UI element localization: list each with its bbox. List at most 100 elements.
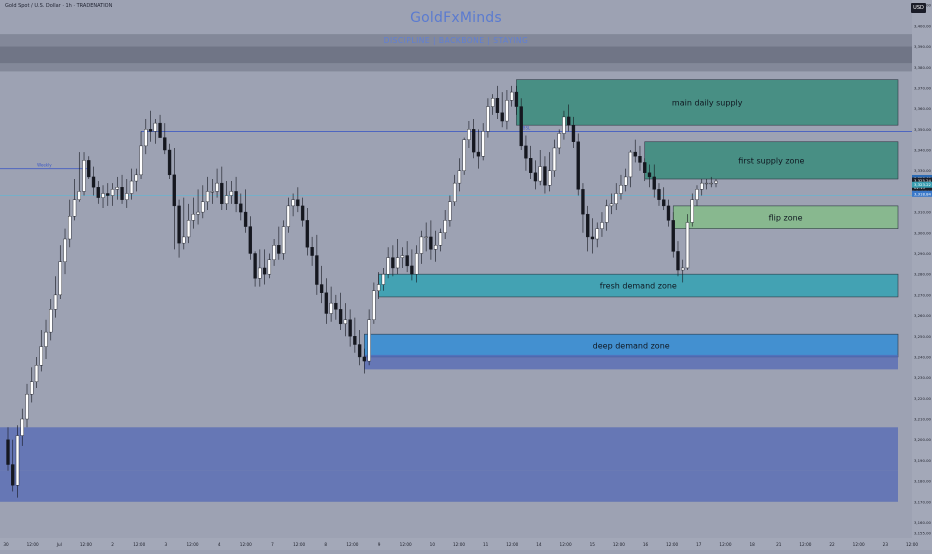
candle-body	[505, 100, 509, 122]
price-axis-tick: 3,390.00	[914, 44, 931, 49]
candle-body	[476, 151, 481, 157]
candle-body	[628, 151, 633, 178]
candle-body	[633, 151, 637, 157]
time-axis-tick: 10	[430, 542, 436, 547]
price-axis-tick: 3,330.00	[914, 168, 931, 173]
price-label: 3,323.22	[914, 182, 931, 187]
price-axis-tick: 3,400.00	[914, 23, 931, 28]
candle-body	[201, 201, 205, 213]
candle-body	[372, 290, 376, 320]
candle-body	[125, 193, 129, 200]
price-axis-tick: 3,340.00	[914, 148, 931, 153]
candle-body	[538, 166, 542, 182]
zone-liquidity_band-5	[364, 354, 898, 370]
chart-area[interactable]: main daily supply first supply zone flip z…	[0, 0, 932, 550]
candle-body	[334, 302, 338, 310]
candle-body	[229, 191, 234, 196]
candle-body	[144, 129, 148, 147]
candle-body	[619, 184, 623, 194]
zone-label: deep demand zone	[593, 342, 670, 351]
candle-body	[695, 189, 699, 200]
candle-body	[300, 205, 305, 221]
candle-body	[381, 273, 386, 285]
symbol-info[interactable]: Gold Spot / U.S. Dollar · 1h · TRADENATI…	[5, 3, 112, 9]
brand-tags: DISCIPLINE | BACKBONE | STAYING	[383, 36, 529, 45]
candle-body	[182, 236, 186, 244]
price-label: 3,318.84	[914, 191, 931, 196]
currency-button[interactable]: USD	[911, 3, 926, 13]
candle-body	[600, 222, 604, 229]
candle-body	[367, 319, 371, 362]
candle-body	[419, 236, 424, 254]
candle-body	[281, 226, 286, 254]
candle-body	[657, 189, 661, 200]
candle-body	[714, 180, 718, 184]
time-axis-tick: 8	[324, 542, 327, 547]
price-axis-tick: 3,310.00	[914, 210, 931, 215]
price-axis-tick: 3,240.00	[914, 354, 931, 359]
candle-body	[234, 191, 238, 205]
time-axis-tick: 11	[483, 542, 489, 547]
candle-body	[82, 160, 86, 192]
candle-body	[134, 174, 138, 182]
price-axis-tick: 3,210.00	[914, 417, 931, 422]
candle-body	[172, 174, 176, 207]
candle-body	[462, 139, 466, 171]
candle-body	[20, 418, 24, 436]
candle-body	[324, 292, 329, 314]
candle-body	[319, 284, 324, 293]
price-axis-tick: 3,250.00	[914, 334, 931, 339]
zone-label: first supply zone	[738, 156, 804, 165]
price-chart[interactable]: main daily supply first supply zone flip z…	[0, 0, 932, 550]
candle-body	[605, 205, 609, 223]
candle-body	[25, 393, 29, 420]
candle-body	[96, 187, 100, 198]
price-axis-tick: 3,200.00	[914, 437, 931, 442]
time-axis-tick: 22	[829, 542, 835, 547]
candle-body	[438, 232, 443, 246]
candle-body	[101, 193, 105, 198]
candle-body	[68, 216, 72, 240]
candle-body	[495, 98, 500, 113]
zone-label: flip zone	[769, 213, 803, 222]
candle-body	[424, 236, 428, 238]
time-axis-tick: 12:00	[719, 542, 731, 547]
candle-body	[581, 189, 585, 215]
candle-body	[39, 346, 43, 366]
candle-body	[467, 129, 471, 140]
candle-body	[72, 199, 77, 217]
candle-body	[471, 129, 476, 153]
zone-label: fresh demand zone	[600, 282, 677, 291]
candle-body	[405, 255, 409, 267]
candle-body	[205, 191, 210, 202]
price-axis-tick: 3,280.00	[914, 272, 931, 277]
candle-body	[666, 205, 671, 221]
candle-body	[153, 122, 157, 132]
candle-body	[386, 257, 390, 275]
candle-body	[106, 193, 110, 196]
candle-body	[267, 259, 272, 275]
price-axis-tick: 3,290.00	[914, 251, 931, 256]
candle-body	[315, 255, 319, 285]
time-axis-tick: 14	[536, 542, 542, 547]
time-axis-tick: 12:00	[560, 542, 572, 547]
candle-body	[291, 199, 295, 207]
candle-body	[11, 464, 15, 486]
candle-body	[676, 251, 680, 271]
candle-body	[215, 182, 219, 192]
candle-body	[643, 162, 647, 173]
price-axis-tick: 3,270.00	[914, 292, 931, 297]
candle-body	[220, 182, 224, 205]
price-axis-tick: 3,360.00	[914, 106, 931, 111]
candle-body	[514, 91, 519, 107]
key-level-label: Weekly	[37, 163, 52, 168]
candle-body	[129, 180, 134, 194]
candle-body	[709, 182, 713, 185]
candle-body	[481, 131, 485, 157]
time-axis-tick: 21	[776, 542, 782, 547]
time-axis-tick: 9	[378, 542, 381, 547]
candle-body	[690, 199, 694, 223]
candle-body	[433, 245, 438, 250]
candle-body	[338, 309, 343, 325]
candle-body	[253, 253, 257, 279]
